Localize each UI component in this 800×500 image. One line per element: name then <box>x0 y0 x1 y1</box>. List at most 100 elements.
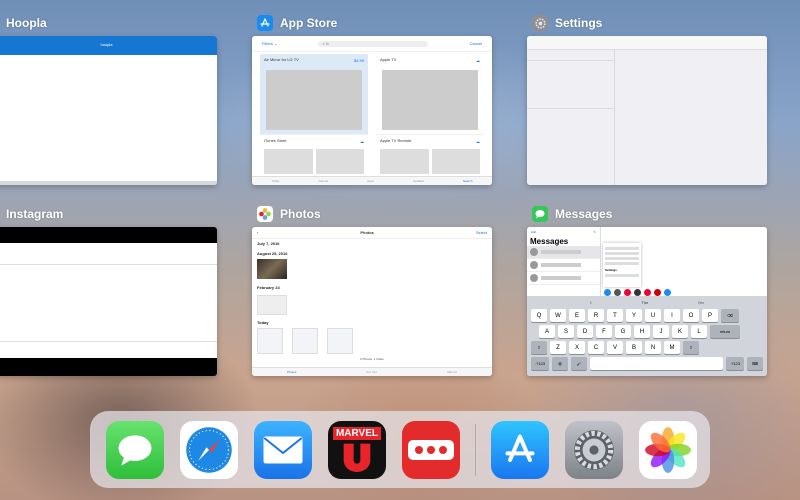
settings-divider <box>527 60 615 61</box>
hoopla-header: hoopla <box>0 36 217 55</box>
key: L <box>691 325 707 338</box>
appstore-search-field: ⌕ tv <box>318 40 429 47</box>
tab-albums: Albums <box>446 370 457 374</box>
photos-card[interactable]: ‹ Photos Select July 7, 2016 August 25, … <box>252 227 492 376</box>
keyboard: I The I'm Q W E R T Y U I O P ⌫ A S D F G H J K Lreturn ⇧ Z… <box>527 296 767 376</box>
avatar <box>530 274 538 282</box>
tab-today: Today <box>271 179 280 183</box>
photos-section-date: February 24 <box>257 285 280 290</box>
red-dots-app-icon[interactable] <box>402 420 460 479</box>
numbers-key: .?123 <box>726 357 744 370</box>
conversation-preview <box>541 263 581 267</box>
suggestion: The <box>641 299 649 305</box>
safari-compass-icon[interactable] <box>180 420 238 479</box>
photos-tabbar: Photos For You Albums <box>252 367 492 376</box>
dock-divider <box>475 423 476 476</box>
hoopla-label[interactable]: Hoopla <box>6 15 47 31</box>
avatar <box>530 248 538 256</box>
instagram-bottom-bar <box>0 358 217 376</box>
settings-detail <box>615 36 767 185</box>
space-key <box>590 357 723 370</box>
settings-divider <box>527 108 615 109</box>
hoopla-card[interactable]: hoopla <box>0 36 217 185</box>
photos-topbar: ‹ Photos Select <box>252 227 492 239</box>
key: W <box>550 309 566 322</box>
photos-flower-icon <box>257 206 273 222</box>
tab-search: Search <box>463 179 473 183</box>
instagram-statusbar <box>0 227 217 243</box>
messages-title: Messages <box>555 207 613 221</box>
marvel-logo-text: MARVEL <box>332 427 382 440</box>
key: S <box>558 325 574 338</box>
photos-section-date: August 25, 2016 <box>257 251 288 256</box>
numbers-key: .?123 <box>531 357 549 370</box>
conversation-row <box>527 246 600 259</box>
photo-thumbnail <box>292 328 318 354</box>
photos-title: Photos <box>280 207 321 221</box>
key: M <box>664 341 680 354</box>
app-drawer-icon <box>644 289 651 296</box>
instagram-card[interactable] <box>0 227 217 376</box>
key: U <box>645 309 661 322</box>
key: E <box>569 309 585 322</box>
app-store-icon[interactable] <box>491 420 549 479</box>
hoopla-footer <box>0 181 217 185</box>
key: B <box>626 341 642 354</box>
appstore-result-appletv: Apple TV ☁ <box>376 54 484 136</box>
cloud-download-icon: ☁ <box>360 139 364 144</box>
conversation-preview <box>541 250 581 254</box>
settings-card[interactable] <box>527 36 767 185</box>
delete-icon: ⌫ <box>721 309 739 322</box>
messages-label[interactable]: Messages <box>532 206 612 222</box>
appstore-result-itunes: iTunes Store ☁ <box>260 134 368 176</box>
app-drawer-icon <box>634 289 641 296</box>
featured-app-price: $4.99 <box>353 58 364 63</box>
tab-updates: Updates <box>412 179 425 183</box>
settings-gear-icon[interactable] <box>565 420 623 479</box>
photos-label[interactable]: Photos <box>257 206 321 222</box>
key: T <box>607 309 623 322</box>
settings-topbar <box>527 36 767 50</box>
gear-icon <box>532 15 548 31</box>
key: O <box>683 309 699 322</box>
messages-app-icon[interactable] <box>106 420 164 479</box>
shift-icon: ⇧ <box>683 341 699 354</box>
messages-card[interactable]: Edit ✎ Messages Settings I The I'm QWERT… <box>527 227 767 376</box>
shift-icon: ⇧ <box>531 341 547 354</box>
messages-share-popup: Settings <box>603 243 641 287</box>
key: X <box>569 341 585 354</box>
conversation-row <box>527 272 600 285</box>
photos-flower-icon[interactable] <box>639 420 697 479</box>
key: G <box>615 325 631 338</box>
settings-label[interactable]: Settings <box>532 15 602 31</box>
marvel-unlimited-icon[interactable]: MARVEL <box>328 420 386 479</box>
dock: MARVEL <box>90 411 710 488</box>
mail-envelope-icon[interactable] <box>254 420 312 479</box>
tab-for-you: For You <box>366 370 377 374</box>
result-screenshot <box>382 70 478 130</box>
keyboard-row-4: .?123 ◍ 🎤 .?123 ⌨ <box>531 357 763 370</box>
photos-nav-title: Photos <box>360 230 374 235</box>
popup-settings-text: Settings <box>605 268 617 272</box>
appstore-label[interactable]: App Store <box>257 15 337 31</box>
key: I <box>664 309 680 322</box>
appstore-cancel: Cancel <box>469 41 482 46</box>
appstore-card[interactable]: Filters ⌄ ⌕ tv Cancel Air Mirror for LG … <box>252 36 492 185</box>
keyboard-row-2: A S D F G H J K Lreturn <box>531 325 763 338</box>
key: F <box>596 325 612 338</box>
instagram-label[interactable]: Instagram <box>6 206 63 222</box>
messages-edit: Edit <box>531 230 537 234</box>
conversation-row <box>527 259 600 272</box>
tab-apps: Apps <box>367 179 374 183</box>
key: H <box>634 325 650 338</box>
speech-bubble-icon <box>532 206 548 222</box>
microphone-icon: 🎤 <box>571 357 587 370</box>
appstore-topbar: Filters ⌄ ⌕ tv Cancel <box>252 36 492 52</box>
key: D <box>577 325 593 338</box>
key: A <box>539 325 555 338</box>
photo-thumbnail <box>327 328 353 354</box>
key: R <box>588 309 604 322</box>
back-chevron-icon: ‹ <box>257 230 259 235</box>
photos-section-date: July 7, 2016 <box>257 241 280 246</box>
hoopla-title: Hoopla <box>6 16 47 30</box>
